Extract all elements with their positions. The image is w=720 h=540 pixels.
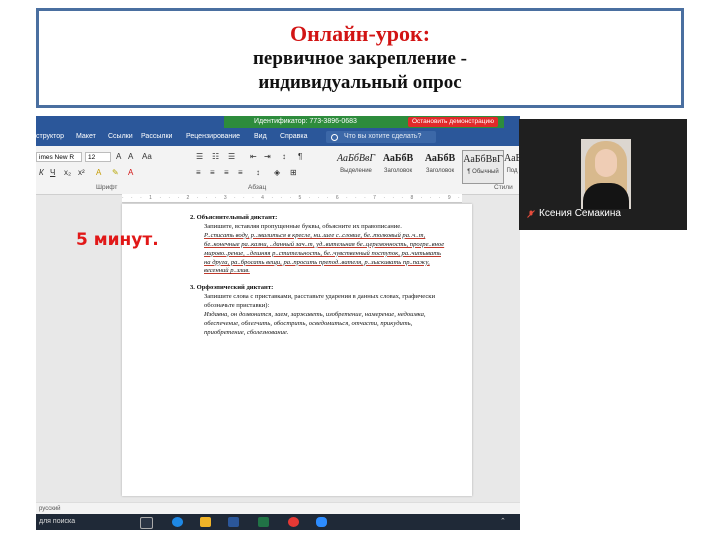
zoom-sharing-bar: Идентификатор: 773-3896-0683 Остановить … [224,116,504,128]
font-size-box[interactable]: 12 [85,152,111,162]
style-heading2-sample: АаБбВ [424,153,456,164]
grow-font-icon[interactable]: A [116,152,121,161]
style-normal-sample: АаБбВвГ [463,154,503,165]
text-effects-icon[interactable]: A [96,168,101,177]
section2-text: Р..списать воду, р..звалиться в кресле, … [204,231,445,275]
tray-chevron-icon[interactable]: ⌃ [500,518,508,526]
borders-icon[interactable]: ⊞ [290,168,297,177]
windows-taskbar: для поиска ⌃ [36,514,520,530]
style-subtitle-sample: АаБ [504,153,520,164]
align-center-icon[interactable]: ≡ [210,168,215,177]
style-subtitle[interactable]: АаБ Под [504,150,520,182]
style-heading2-name: Заголовок [425,168,455,174]
yandex-browser-icon[interactable] [288,517,299,527]
font-group-label: Шрифт [96,184,118,191]
file-explorer-icon[interactable] [200,517,211,527]
word-ribbon: imes New R 12 A A Aa К Ч x₂ x² A ✎ A Шри… [36,146,520,195]
strikethrough-icon[interactable]: x₂ [64,168,71,177]
excel-app-icon[interactable] [258,517,269,527]
stop-sharing-button[interactable]: Остановить демонстрацию [407,117,498,127]
font-name-box[interactable]: imes New R [36,152,82,162]
timer-note: 5 минут. [76,230,159,250]
align-right-icon[interactable]: ≡ [224,168,229,177]
decrease-indent-icon[interactable]: ⇤ [250,152,257,161]
slide-subtitle-line1: первичное закрепление - [252,48,468,69]
clothes-shape [583,183,629,209]
style-emphasis[interactable]: АаБбВвГ Выделение [336,150,376,182]
style-subtitle-name: Под [506,168,518,174]
document-body: 2. Объяснительный диктант: Запишите, вст… [190,214,445,338]
style-normal[interactable]: АаБбВвГ ¶ Обычный [462,150,504,184]
styles-group-label: Стили [494,184,513,191]
section2-title: 2. Объяснительный диктант: [190,214,278,221]
section2-task: Запишите, вставляя пропущенные буквы, об… [204,222,402,230]
underline-icon[interactable]: Ч [50,168,55,177]
edge-icon[interactable] [172,517,183,527]
section3-text: Издавна, он дозвонится, заем, заржаветь,… [204,311,426,336]
pilcrow-icon[interactable]: ¶ [298,152,302,161]
taskbar-search[interactable]: для поиска [39,518,75,525]
style-heading1[interactable]: АаБбВ Заголовок [378,150,418,182]
face-shape [595,149,617,177]
paragraph-group-label: Абзац [248,184,267,191]
numbering-icon[interactable]: ☷ [212,152,219,161]
line-spacing-icon[interactable]: ↕ [256,168,260,177]
slide-title-banner: Онлайн-урок: первичное закрепление - инд… [36,8,684,108]
ribbon-tabs: структор Макет Ссылки Рассылки Рецензиро… [36,128,520,146]
slide-title: Онлайн-урок: [289,21,431,46]
superscript-icon[interactable]: x² [78,168,85,177]
change-case-icon[interactable]: Aa [142,152,152,161]
highlight-icon[interactable]: ✎ [112,168,119,177]
zoom-app-icon[interactable] [316,517,327,527]
participant-name: Ксения Семакина [539,208,621,219]
task-view-icon[interactable] [140,517,153,529]
style-normal-name: ¶ Обычный [467,169,499,175]
shading-icon[interactable]: ◈ [274,168,280,177]
font-color-icon[interactable]: A [128,168,133,177]
sort-icon[interactable]: ↕ [282,152,286,161]
align-left-icon[interactable]: ≡ [196,168,201,177]
participant-video[interactable]: Ксения Семакина [519,119,687,230]
style-emphasis-name: Выделение [340,168,372,174]
tell-me-placeholder: Что вы хотите сделать? [344,133,422,140]
participant-webcam-image [581,139,631,209]
meeting-identifier: Идентификатор: 773-3896-0683 [254,118,357,125]
style-emphasis-sample: АаБбВвГ [336,153,376,164]
tab-help[interactable]: Справка [280,133,307,140]
section3-task: Запишите слова с приставками, расставьте… [204,293,436,310]
style-heading1-name: Заголовок [383,168,413,174]
status-bar-language[interactable]: русский [36,502,520,514]
section3-title: 3. Орфоэпический диктант: [190,284,274,292]
increase-indent-icon[interactable]: ⇥ [264,152,271,161]
tab-mailings[interactable]: Рассылки [141,133,172,140]
style-heading2[interactable]: АаБбВ Заголовок [420,150,460,182]
lightbulb-icon [331,134,338,141]
style-heading1-sample: АаБбВ [382,153,414,164]
tab-constructor[interactable]: структор [36,133,64,140]
horizontal-ruler: · · · 1 · · · 2 · · · 3 · · · 4 · · · 5 … [122,194,462,203]
slide-subtitle-line2: индивидуальный опрос [258,72,462,93]
shrink-font-icon[interactable]: A [128,152,133,161]
multilevel-list-icon[interactable]: ☰ [228,152,235,161]
tell-me-search[interactable]: Что вы хотите сделать? [326,131,436,143]
mic-muted-icon [527,210,535,218]
justify-icon[interactable]: ≡ [238,168,243,177]
bullets-icon[interactable]: ☰ [196,152,203,161]
shared-screen: Идентификатор: 773-3896-0683 Остановить … [36,116,520,530]
tab-review[interactable]: Рецензирование [186,133,240,140]
italic-icon[interactable]: К [39,168,44,177]
tab-layout[interactable]: Макет [76,133,96,140]
document-page[interactable]: 2. Объяснительный диктант: Запишите, вст… [122,204,472,496]
tab-references[interactable]: Ссылки [108,133,133,140]
word-app-icon[interactable] [228,517,239,527]
tab-view[interactable]: Вид [254,133,267,140]
